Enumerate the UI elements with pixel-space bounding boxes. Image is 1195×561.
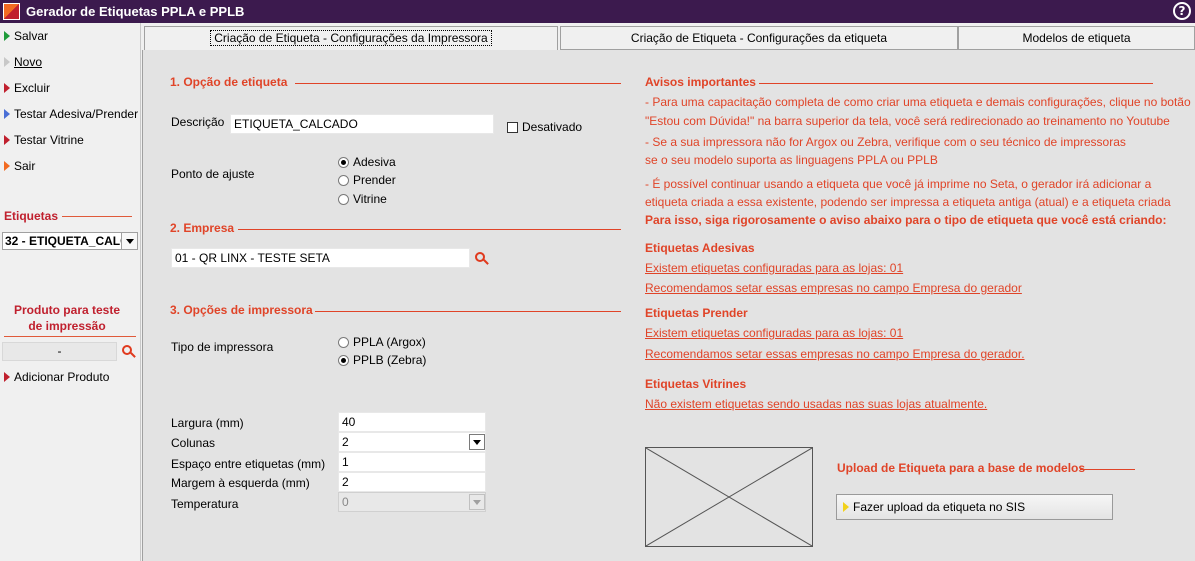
left-margin-label: Margem à esquerda (mm) (171, 476, 310, 490)
company-input[interactable]: 01 - QR LINX - TESTE SETA (171, 248, 470, 268)
etiquetas-label: Etiquetas (4, 209, 59, 223)
adhesive-labels-recommend-link[interactable]: Recomendamos setar essas empresas no cam… (645, 281, 1022, 295)
divider (295, 83, 621, 84)
description-input[interactable]: ETIQUETA_CALCADO (230, 114, 494, 134)
search-icon[interactable] (475, 252, 489, 266)
showcase-labels-title: Etiquetas Vitrines (645, 377, 747, 391)
checkbox-icon (507, 121, 518, 133)
exit-button[interactable]: Sair (4, 157, 35, 175)
new-button[interactable]: Novo (4, 53, 42, 71)
upload-title: Upload de Etiqueta para a base de modelo… (837, 461, 1086, 475)
spacing-input[interactable]: 1 (338, 452, 486, 472)
sidebar: Salvar Novo Excluir Testar Adesiva/Prend… (0, 23, 141, 561)
divider (759, 83, 1153, 84)
radio-selected-icon (338, 354, 349, 366)
app-logo-icon (3, 3, 20, 20)
radio-selected-icon (338, 156, 349, 168)
label-preview-placeholder (645, 447, 813, 547)
image-placeholder-icon (645, 447, 813, 547)
warning-line: - Se a sua impressora não for Argox ou Z… (645, 135, 1126, 149)
spacing-label: Espaço entre etiquetas (mm) (171, 457, 326, 471)
columns-select[interactable]: 2 (338, 432, 486, 452)
hang-labels-title: Etiquetas Prender (645, 306, 748, 320)
temperature-select: 0 (338, 492, 486, 512)
play-red-icon (4, 372, 10, 382)
window-title: Gerador de Etiquetas PPLA e PPLB (26, 4, 245, 19)
warning-line: - É possível continuar usando a etiqueta… (645, 177, 1152, 191)
play-green-icon (4, 31, 10, 41)
tab-bar: Criação de Etiqueta - Configurações da I… (142, 26, 1195, 50)
tab-label-models[interactable]: Modelos de etiqueta (958, 26, 1195, 50)
description-label: Descrição (171, 115, 225, 129)
divider (4, 336, 136, 337)
temperature-label: Temperatura (171, 497, 239, 511)
warnings-title: Avisos importantes (645, 75, 756, 89)
radio-ppla[interactable]: PPLA (Argox) (338, 335, 426, 349)
divider (315, 311, 621, 312)
section-title: 3. Opções de impressora (170, 303, 313, 317)
width-input[interactable]: 40 (338, 412, 486, 432)
radio-icon (338, 174, 349, 186)
adhesive-labels-stores-link[interactable]: Existem etiquetas configuradas para as l… (645, 261, 903, 275)
play-orange-icon (4, 161, 10, 171)
play-blue-icon (4, 109, 10, 119)
help-icon[interactable]: ? (1173, 2, 1191, 20)
hang-labels-recommend-link[interactable]: Recomendamos setar essas empresas no cam… (645, 347, 1025, 361)
test-showcase-button[interactable]: Testar Vitrine (4, 131, 84, 149)
adhesive-labels-title: Etiquetas Adesivas (645, 241, 755, 255)
warning-line: - Para uma capacitação completa de como … (645, 95, 1191, 109)
width-label: Largura (mm) (171, 416, 244, 430)
product-test-input[interactable]: - (2, 342, 117, 361)
play-grey-icon (4, 57, 10, 67)
main-panel: 1. Opção de etiqueta Descrição ETIQUETA_… (142, 50, 1195, 561)
save-button[interactable]: Salvar (4, 27, 48, 45)
delete-button[interactable]: Excluir (4, 79, 50, 97)
section-title: 2. Empresa (170, 221, 235, 235)
divider (238, 229, 621, 230)
section-title: 1. Opção de etiqueta (170, 75, 288, 89)
printer-type-label: Tipo de impressora (171, 340, 274, 354)
product-test-label: Produto para teste de impressão (13, 303, 121, 333)
warning-line: "Estou com Dúvida!" na barra superior da… (645, 114, 1170, 128)
tab-label-config[interactable]: Criação de Etiqueta - Configurações da e… (560, 26, 958, 50)
search-icon[interactable] (122, 345, 136, 359)
showcase-labels-link[interactable]: Não existem etiquetas sendo usadas nas s… (645, 397, 987, 411)
columns-label: Colunas (171, 436, 216, 450)
disabled-checkbox[interactable]: Desativado (507, 120, 582, 134)
warning-line: etiqueta criada a essa existente, podend… (645, 195, 1171, 209)
play-red-icon (4, 83, 10, 93)
chevron-down-icon (469, 494, 485, 510)
hang-labels-stores-link[interactable]: Existem etiquetas configuradas para as l… (645, 326, 903, 340)
left-margin-input[interactable]: 2 (338, 472, 486, 492)
radio-pplb[interactable]: PPLB (Zebra) (338, 353, 426, 367)
warning-bold-line: Para isso, siga rigorosamente o aviso ab… (645, 213, 1167, 227)
radio-icon (338, 193, 349, 205)
add-product-button[interactable]: Adicionar Produto (4, 368, 109, 386)
divider (1080, 469, 1135, 470)
title-bar: Gerador de Etiquetas PPLA e PPLB ? (0, 0, 1195, 23)
play-yellow-icon (843, 502, 849, 512)
chevron-down-icon[interactable] (121, 233, 137, 249)
play-red-icon (4, 135, 10, 145)
radio-prender[interactable]: Prender (338, 173, 396, 187)
divider (62, 216, 132, 217)
tab-printer-config[interactable]: Criação de Etiqueta - Configurações da I… (144, 26, 558, 50)
test-adhesive-button[interactable]: Testar Adesiva/Prender (4, 105, 138, 123)
upload-button[interactable]: Fazer upload da etiqueta no SIS (836, 494, 1113, 520)
radio-adesiva[interactable]: Adesiva (338, 155, 396, 169)
etiquetas-select[interactable]: 32 - ETIQUETA_CALCADO (2, 232, 138, 250)
chevron-down-icon[interactable] (469, 434, 485, 450)
radio-vitrine[interactable]: Vitrine (338, 192, 387, 206)
adjust-point-label: Ponto de ajuste (171, 167, 255, 181)
warning-line: se o seu modelo suporta as linguagens PP… (645, 153, 938, 167)
radio-icon (338, 336, 349, 348)
